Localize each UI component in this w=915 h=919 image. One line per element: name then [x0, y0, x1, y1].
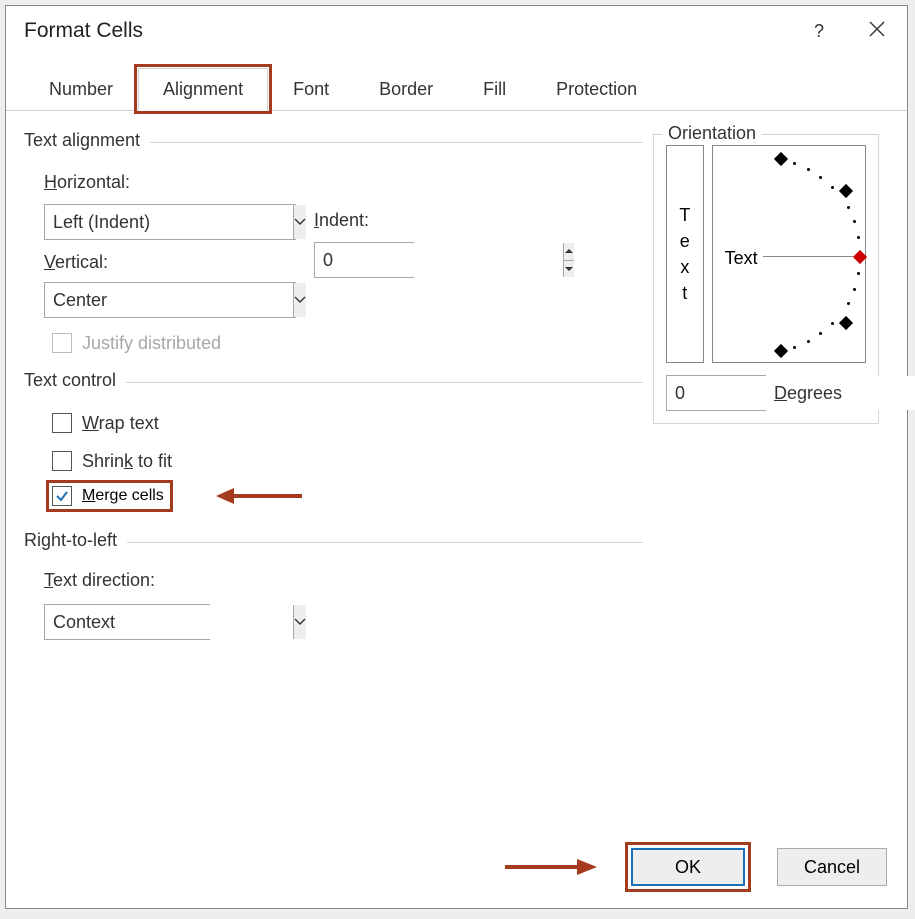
annotation-arrow-icon: [214, 484, 304, 508]
group-label-text-control: Text control: [24, 370, 126, 391]
tab-number[interactable]: Number: [24, 68, 138, 110]
dialog-title: Format Cells: [16, 19, 143, 43]
combo-text-direction-input[interactable]: [45, 605, 293, 639]
ok-button[interactable]: OK: [631, 848, 745, 886]
orientation-dial-label: Text: [725, 248, 758, 269]
label-indent: Indent:: [314, 210, 369, 231]
group-orientation: Orientation T e x t Text: [653, 134, 879, 424]
group-text-alignment: Text alignment Horizontal: Indent: Verti…: [24, 130, 643, 360]
label-text-direction: Text direction:: [44, 570, 155, 591]
chevron-down-icon[interactable]: [293, 283, 306, 317]
label-degrees: Degrees: [774, 383, 842, 404]
chevron-down-icon[interactable]: [293, 205, 306, 239]
tab-alignment[interactable]: Alignment: [138, 68, 268, 111]
checkbox-shrink-to-fit[interactable]: Shrink to fit: [52, 448, 172, 474]
label-vertical: Vertical:: [44, 252, 108, 273]
chevron-down-icon[interactable]: [293, 605, 306, 639]
tab-protection[interactable]: Protection: [531, 68, 662, 110]
tab-fill[interactable]: Fill: [458, 68, 531, 110]
label-merge-cells: Merge cells: [82, 487, 164, 505]
checkbox-wrap-text[interactable]: Wrap text: [52, 410, 159, 436]
combo-horizontal[interactable]: [44, 204, 296, 240]
title-controls: ?: [799, 21, 897, 42]
caret-up-icon[interactable]: [564, 243, 574, 261]
label-justify-distributed: Justify distributed: [82, 333, 221, 354]
group-label-orientation: Orientation: [662, 123, 762, 144]
combo-vertical[interactable]: [44, 282, 296, 318]
checkbox-icon: [52, 333, 72, 353]
combo-vertical-input[interactable]: [45, 283, 293, 317]
group-text-control: Text control Wrap text Shrink to fit Mer…: [24, 370, 643, 530]
label-shrink-to-fit: Shrink to fit: [82, 451, 172, 472]
titlebar: Format Cells ?: [6, 6, 907, 56]
checkbox-justify-distributed: Justify distributed: [52, 330, 221, 356]
annotation-arrow-icon: [503, 855, 599, 879]
dialog-footer: OK Cancel: [503, 842, 887, 892]
tab-border[interactable]: Border: [354, 68, 458, 110]
spinner-indent[interactable]: [314, 242, 414, 278]
group-right-to-left: Right-to-left Text direction:: [24, 530, 643, 650]
spinner-indent-input[interactable]: [315, 243, 563, 277]
cancel-button[interactable]: Cancel: [777, 848, 887, 886]
format-cells-dialog: Format Cells ? Number Alignment Font Bor…: [5, 5, 908, 909]
orientation-vertical-text[interactable]: T e x t: [666, 145, 704, 363]
help-icon[interactable]: ?: [799, 21, 839, 42]
dialog-body: Text alignment Horizontal: Indent: Verti…: [24, 114, 889, 838]
orientation-dial[interactable]: Text: [712, 145, 866, 363]
label-horizontal: Horizontal:: [44, 172, 130, 193]
tab-font[interactable]: Font: [268, 68, 354, 110]
caret-down-icon[interactable]: [564, 261, 574, 278]
group-label-text-alignment: Text alignment: [24, 130, 150, 151]
checkbox-icon[interactable]: [52, 451, 72, 471]
checkbox-icon[interactable]: [52, 486, 72, 506]
spinner-degrees[interactable]: [666, 375, 766, 411]
combo-text-direction[interactable]: [44, 604, 210, 640]
close-icon[interactable]: [857, 21, 897, 42]
combo-horizontal-input[interactable]: [45, 205, 293, 239]
checkbox-icon[interactable]: [52, 413, 72, 433]
label-wrap-text: Wrap text: [82, 413, 159, 434]
checkbox-merge-cells[interactable]: Merge cells: [46, 480, 173, 512]
tabs: Number Alignment Font Border Fill Protec…: [6, 68, 907, 111]
group-label-right-to-left: Right-to-left: [24, 530, 127, 551]
